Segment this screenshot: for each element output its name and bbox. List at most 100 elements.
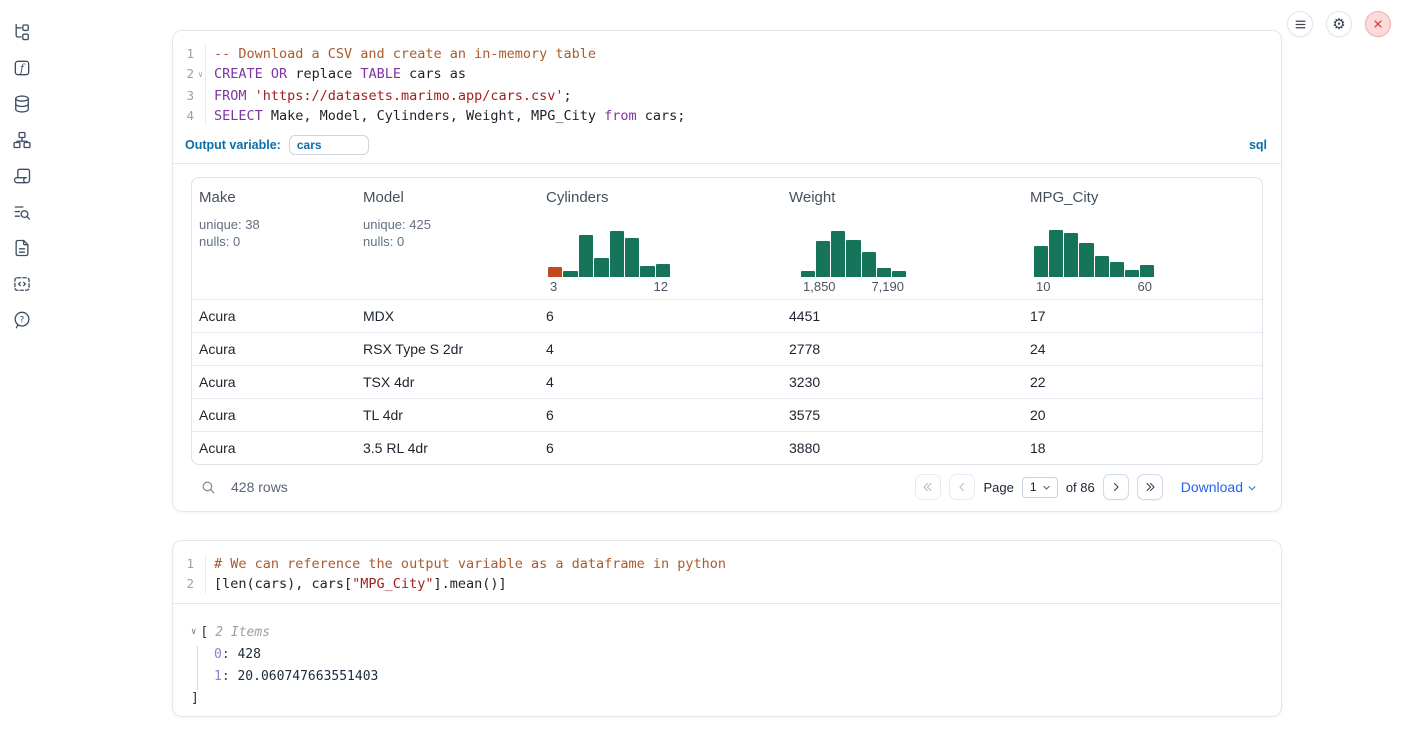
code-token: -- Download a CSV and create an in-memor… <box>214 46 596 62</box>
fold-slot <box>196 554 205 574</box>
search-icon[interactable] <box>200 479 217 496</box>
table-cell: 4 <box>546 341 789 357</box>
sql-editor[interactable]: 1 -- Download a CSV and create an in-memo… <box>173 31 1281 133</box>
fold-slot <box>196 44 205 64</box>
chevron-down-icon <box>1042 483 1051 492</box>
histogram-bar <box>579 235 593 278</box>
column-histogram[interactable]: 1060 <box>1034 227 1154 294</box>
code-token: FROM <box>214 88 247 104</box>
table-body: AcuraMDX6445117AcuraRSX Type S 2dr427782… <box>192 299 1262 464</box>
code-line[interactable]: 2∨CREATE OR replace TABLE cars as <box>173 64 1281 86</box>
histogram-max-label: 7,190 <box>871 279 904 294</box>
dependency-graph-icon[interactable] <box>12 130 32 150</box>
column-title: Model <box>363 189 546 206</box>
code-text: -- Download a CSV and create an in-memor… <box>206 44 596 64</box>
settings-button[interactable]: ⚙ <box>1326 11 1352 37</box>
code-line[interactable]: 4SELECT Make, Model, Cylinders, Weight, … <box>173 106 1281 126</box>
code-line[interactable]: 2[len(cars), cars["MPG_City"].mean()] <box>173 574 1281 594</box>
table-header: Makeunique: 38nulls: 0Modelunique: 425nu… <box>192 178 1262 299</box>
python-editor[interactable]: 1# We can reference the output variable … <box>173 541 1281 604</box>
code-line[interactable]: 1 -- Download a CSV and create an in-memo… <box>173 44 1281 64</box>
shutdown-button[interactable] <box>1365 11 1391 37</box>
line-number: 3 <box>173 86 196 106</box>
code-token: Make, Model, Cylinders, Weight, MPG_City <box>263 108 604 124</box>
page-select[interactable]: 1 <box>1022 477 1058 498</box>
column-header[interactable]: Makeunique: 38nulls: 0 <box>199 178 363 299</box>
line-number-gutter: 2∨ <box>173 64 206 86</box>
logs-list-search-icon[interactable] <box>12 202 32 222</box>
histogram-min-label: 3 <box>550 279 557 294</box>
histogram-bar <box>801 271 815 277</box>
fold-chevron-icon[interactable]: ∨ <box>196 64 205 86</box>
table-row[interactable]: Acura3.5 RL 4dr6388018 <box>192 431 1262 464</box>
column-histogram[interactable]: 1,8507,190 <box>801 227 906 294</box>
line-number-gutter: 1 <box>173 44 206 64</box>
line-number-gutter: 2 <box>173 574 206 594</box>
sql-cell-output: Makeunique: 38nulls: 0Modelunique: 425nu… <box>173 164 1281 511</box>
code-text: CREATE OR replace TABLE cars as <box>206 64 466 86</box>
histogram-bar <box>1064 233 1078 278</box>
code-text: # We can reference the output variable a… <box>206 554 726 574</box>
tree-guide-line <box>197 646 198 690</box>
column-header[interactable]: Cylinders312 <box>546 178 789 299</box>
documentation-file-icon[interactable] <box>12 238 32 258</box>
tree-open-bracket: [ <box>200 625 208 640</box>
scratchpad-function-icon[interactable]: f <box>12 58 32 78</box>
code-line[interactable]: 1# We can reference the output variable … <box>173 554 1281 574</box>
download-button[interactable]: Download <box>1181 479 1257 495</box>
code-line[interactable]: 3 FROM 'https://datasets.marimo.app/cars.… <box>173 86 1281 106</box>
code-token: 'https://datasets.marimo.app/cars.csv' <box>255 88 564 104</box>
code-token: "MPG_City" <box>352 576 433 592</box>
table-cell: RSX Type S 2dr <box>363 341 546 357</box>
table-cell: Acura <box>199 374 363 390</box>
tracing-scroll-icon[interactable] <box>12 166 32 186</box>
first-page-button[interactable] <box>915 474 941 500</box>
next-page-button[interactable] <box>1103 474 1129 500</box>
svg-text:f: f <box>19 62 26 75</box>
table-cell: 24 <box>1030 341 1255 357</box>
output-variable-input[interactable] <box>289 135 369 155</box>
table-cell: Acura <box>199 440 363 456</box>
table-row[interactable]: AcuraRSX Type S 2dr4277824 <box>192 332 1262 365</box>
histogram-axis: 1060 <box>1034 279 1154 294</box>
histogram-bar <box>846 240 860 278</box>
table-cell: TL 4dr <box>363 407 546 423</box>
column-header[interactable]: Modelunique: 425nulls: 0 <box>363 178 546 299</box>
snippets-code-icon[interactable] <box>12 274 32 294</box>
table-row[interactable]: AcuraTL 4dr6357520 <box>192 398 1262 431</box>
column-histogram[interactable]: 312 <box>548 227 670 294</box>
table-cell: 6 <box>546 407 789 423</box>
column-stats: unique: 38nulls: 0 <box>199 216 363 250</box>
histogram-bar <box>1110 262 1124 278</box>
line-number-gutter: 1 <box>173 554 206 574</box>
pagination: Page 1 of 86 <box>915 474 1257 500</box>
histogram-bar <box>563 271 577 277</box>
table-row[interactable]: AcuraTSX 4dr4323022 <box>192 365 1262 398</box>
line-number: 4 <box>173 106 196 126</box>
language-badge[interactable]: sql <box>1249 138 1267 152</box>
collapse-chevron-icon[interactable]: ∨ <box>191 627 196 637</box>
histogram-bar <box>625 238 639 277</box>
column-header[interactable]: Weight1,8507,190 <box>789 178 1030 299</box>
previous-page-button[interactable] <box>949 474 975 500</box>
tree-items-count: 2 Items <box>215 625 270 640</box>
tree-entry: 0: 428 <box>191 644 1281 666</box>
column-header[interactable]: MPG_City1060 <box>1030 178 1255 299</box>
tree-entry-key: 0 <box>214 647 222 662</box>
file-tree-icon[interactable] <box>12 22 32 42</box>
code-token: cars as <box>401 66 466 82</box>
table-cell: 3.5 RL 4dr <box>363 440 546 456</box>
table-row[interactable]: AcuraMDX6445117 <box>192 299 1262 332</box>
code-text: FROM 'https://datasets.marimo.app/cars.c… <box>206 86 572 106</box>
table-cell: Acura <box>199 341 363 357</box>
column-stat: nulls: 0 <box>199 233 363 250</box>
last-page-button[interactable] <box>1137 474 1163 500</box>
table-cell: Acura <box>199 308 363 324</box>
menu-button[interactable] <box>1287 11 1313 37</box>
datasources-database-icon[interactable] <box>12 94 32 114</box>
histogram-bar <box>1140 265 1154 277</box>
table-cell: 2778 <box>789 341 1030 357</box>
help-icon[interactable]: ? <box>12 310 32 330</box>
chevron-down-icon <box>1247 483 1257 493</box>
table-cell: TSX 4dr <box>363 374 546 390</box>
